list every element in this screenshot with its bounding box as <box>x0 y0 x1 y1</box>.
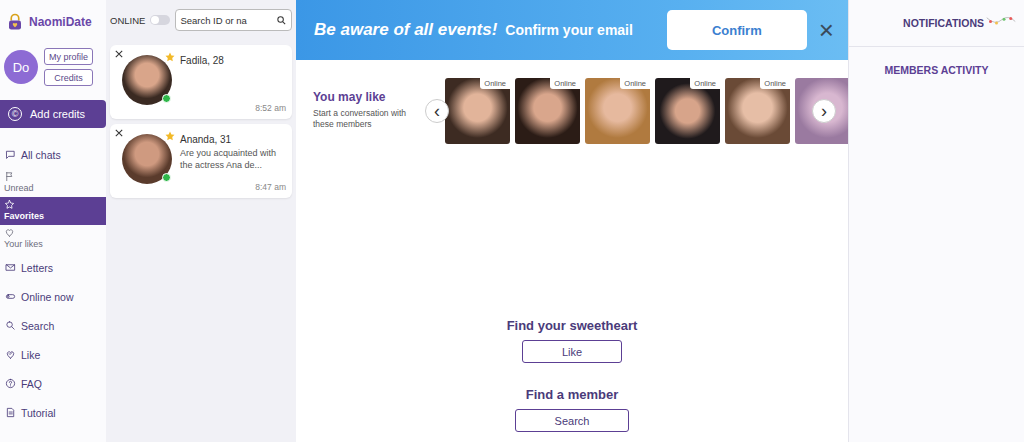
profile: Do My profile Credits <box>0 44 106 94</box>
sidebar-item[interactable]: Online now <box>0 282 106 311</box>
sidebar-item[interactable]: Like <box>0 340 106 369</box>
sidebar-item[interactable]: Your likes <box>0 225 106 253</box>
search-icon <box>5 320 16 331</box>
confirm-button[interactable]: Confirm <box>667 10 807 50</box>
star-icon <box>164 51 176 63</box>
actions: Find your sweetheart Like Find a member Sea… <box>296 318 848 442</box>
email-banner: Be aware of all events! Confirm your emai… <box>296 0 848 60</box>
star-icon <box>4 199 15 210</box>
suggestions-subtitle: Start a conversation with these members <box>313 108 417 130</box>
online-dot <box>162 173 171 182</box>
credits-icon: © <box>8 107 22 121</box>
lock-heart-icon <box>6 12 24 32</box>
right-panel: NOTIFICATIONS MEMBERS ACTIVITY <box>848 0 1024 442</box>
member-photo[interactable]: Online <box>585 78 650 144</box>
logo-text: NaomiDate <box>29 15 92 29</box>
online-badge: Online <box>690 78 720 89</box>
nav: All chatsUnreadFavoritesYour likesLetter… <box>0 140 106 427</box>
envelope-icon <box>5 262 16 273</box>
member-photo[interactable]: Online <box>655 78 720 144</box>
action-block: Find your sweetheart Like <box>507 318 638 363</box>
chat-name: Fadila, 28 <box>180 55 286 66</box>
star-icon <box>164 130 176 142</box>
chat-message: Are you acquainted with the actress Ana … <box>180 148 286 171</box>
previous-button[interactable]: ‹ <box>425 99 449 123</box>
action-block: Find a member Search <box>515 387 629 432</box>
toggle-icon <box>5 291 16 302</box>
main: Be aware of all events! Confirm your emai… <box>296 0 848 442</box>
question-icon <box>5 378 16 389</box>
chat-time: 8:47 am <box>180 182 286 192</box>
online-label: ONLINE <box>110 15 145 26</box>
member-photo[interactable]: Online <box>445 78 510 144</box>
user-avatar[interactable]: Do <box>4 50 38 84</box>
string-lights-icon <box>986 15 1016 31</box>
notifications-header: NOTIFICATIONS <box>849 0 1024 47</box>
carousel: ‹ Online Online Online Online Online › <box>425 78 848 144</box>
notifications-title: NOTIFICATIONS <box>903 17 984 29</box>
logo[interactable]: NaomiDate <box>0 0 106 44</box>
action-heading: Find a member <box>526 387 618 402</box>
chat-card[interactable]: Fadila, 28 8:52 am <box>110 45 292 119</box>
sidebar: NaomiDate Do My profile Credits ©Add credits… <box>0 0 106 442</box>
online-badge: Online <box>480 78 510 89</box>
close-icon[interactable] <box>115 129 123 137</box>
flag-icon <box>4 171 15 182</box>
sidebar-item[interactable]: Tutorial <box>0 398 106 427</box>
heart-icon <box>4 227 15 238</box>
search-icon <box>276 15 287 26</box>
chat-card[interactable]: Ananda, 31 Are you acquainted with the ac… <box>110 124 292 198</box>
member-photo[interactable]: Online <box>515 78 580 144</box>
banner-title: Be aware of all events! <box>314 20 497 40</box>
suggestions-title: You may like <box>313 90 417 104</box>
like-icon <box>5 349 16 360</box>
close-button[interactable]: × <box>815 15 838 46</box>
chat-time: 8:52 am <box>180 103 286 113</box>
online-dot <box>162 94 171 103</box>
sidebar-item[interactable]: Unread <box>0 169 106 197</box>
document-icon <box>5 407 16 418</box>
suggestions: You may like Start a conversation with th… <box>296 60 848 144</box>
chat-name: Ananda, 31 <box>180 134 286 145</box>
chat-icon <box>5 149 16 160</box>
online-toggle[interactable] <box>150 15 170 25</box>
sidebar-item[interactable]: Search <box>0 311 106 340</box>
sidebar-item[interactable]: FAQ <box>0 369 106 398</box>
banner-subtitle: Confirm your email <box>505 22 633 38</box>
sidebar-item[interactable]: Letters <box>0 253 106 282</box>
action-button[interactable]: Like <box>522 340 622 363</box>
online-badge: Online <box>760 78 790 89</box>
add-credits-button[interactable]: ©Add credits <box>0 100 106 128</box>
next-button[interactable]: › <box>812 99 836 123</box>
app: NaomiDate Do My profile Credits ©Add credits… <box>0 0 1024 442</box>
chat-list-header: ONLINE Search ID or na <box>110 0 292 40</box>
profile-button[interactable]: Credits <box>44 69 93 86</box>
search-field[interactable]: Search ID or na <box>175 9 292 31</box>
sidebar-item[interactable]: All chats <box>0 140 106 169</box>
member-photo[interactable]: Online <box>725 78 790 144</box>
online-badge: Online <box>620 78 650 89</box>
members-activity-title: MEMBERS ACTIVITY <box>849 47 1024 76</box>
profile-button[interactable]: My profile <box>44 48 93 65</box>
action-heading: Find your sweetheart <box>507 318 638 333</box>
online-badge: Online <box>550 78 580 89</box>
sidebar-item[interactable]: Favorites <box>0 197 106 225</box>
chat-list: ONLINE Search ID or na Fadila, 28 8:52 am An… <box>106 0 296 442</box>
action-button[interactable]: Search <box>515 409 629 432</box>
close-icon[interactable] <box>115 50 123 58</box>
